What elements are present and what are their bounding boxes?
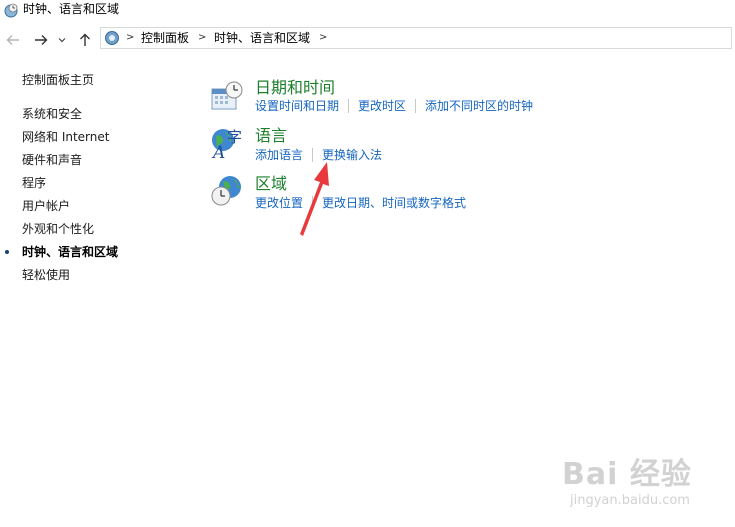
back-arrow-icon [6,35,19,45]
category-date-time: 日期和时间 设置时间和日期 更改时区 添加不同时区的时钟 [210,78,730,118]
link-divider [415,99,417,113]
window-title: 时钟、语言和区域 [23,2,120,16]
sidebar-item-user-accounts[interactable]: 用户帐户 [22,198,70,214]
link-change-date-time-number-format[interactable]: 更改日期、时间或数字格式 [322,195,466,211]
address-bar[interactable]: > 控制面板 > 时钟、语言和区域 > [100,27,732,49]
clock-language-region-icon [4,3,18,18]
watermark-url: jingyan.baidu.com [570,493,690,508]
sidebar-item-appearance[interactable]: 外观和个性化 [22,221,94,237]
breadcrumb-separator[interactable]: > [198,31,206,45]
active-bullet [5,250,9,254]
up-arrow-icon [80,33,90,46]
breadcrumb-clock-language-region[interactable]: 时钟、语言和区域 [214,30,310,46]
calendar-clock-icon [211,81,243,110]
sidebar-item-network-internet[interactable]: 网络和 Internet [22,129,109,145]
link-add-clocks[interactable]: 添加不同时区的时钟 [425,98,533,114]
breadcrumb-separator: > [126,32,135,43]
region-globe-clock-icon [211,176,241,206]
sidebar-item-programs[interactable]: 程序 [22,175,46,191]
category-title-date-time[interactable]: 日期和时间 [255,78,335,98]
forward-arrow-icon [35,35,48,45]
link-set-time-date[interactable]: 设置时间和日期 [255,98,339,114]
forward-button[interactable] [32,30,50,50]
sidebar-item-system-security[interactable]: 系统和安全 [22,106,82,122]
category-title-language[interactable]: 语言 [255,126,287,146]
breadcrumb-separator[interactable]: > [319,31,327,45]
control-panel-icon [105,31,119,45]
link-divider [348,99,350,113]
sidebar-item-hardware-sound[interactable]: 硬件和声音 [22,152,82,168]
category-region: 区域 更改位置 更改日期、时间或数字格式 [210,174,730,214]
up-button[interactable] [76,30,94,50]
language-globe-icon: 字 A [211,128,242,160]
chevron-down-icon [58,38,66,43]
red-arrow-annotation [300,162,329,236]
category-links-date-time: 设置时间和日期 更改时区 添加不同时区的时钟 [255,98,533,114]
category-language: 字 A 语言 添加语言 更换输入法 [210,126,730,166]
breadcrumb-control-panel[interactable]: 控制面板 [141,30,189,46]
svg-text:A: A [211,143,225,160]
link-change-time-zone[interactable]: 更改时区 [358,98,406,114]
sidebar-home-link[interactable]: 控制面板主页 [22,72,94,88]
category-title-region[interactable]: 区域 [255,174,287,194]
category-links-region: 更改位置 更改日期、时间或数字格式 [255,195,466,211]
recent-locations-button[interactable] [56,30,68,50]
back-button[interactable] [4,30,22,50]
sidebar-item-clock-language-region[interactable]: 时钟、语言和区域 [5,244,119,260]
window-titlebar: 时钟、语言和区域 [0,0,735,22]
baidu-jingyan-watermark: Bai 经验 jingyan.baidu.com [560,447,730,517]
sidebar-item-ease-of-access[interactable]: 轻松使用 [22,267,70,283]
sidebar-item-label: 时钟、语言和区域 [22,245,119,259]
watermark-logo-text: Bai 经验 [562,457,692,492]
svg-text:字: 字 [227,128,242,146]
